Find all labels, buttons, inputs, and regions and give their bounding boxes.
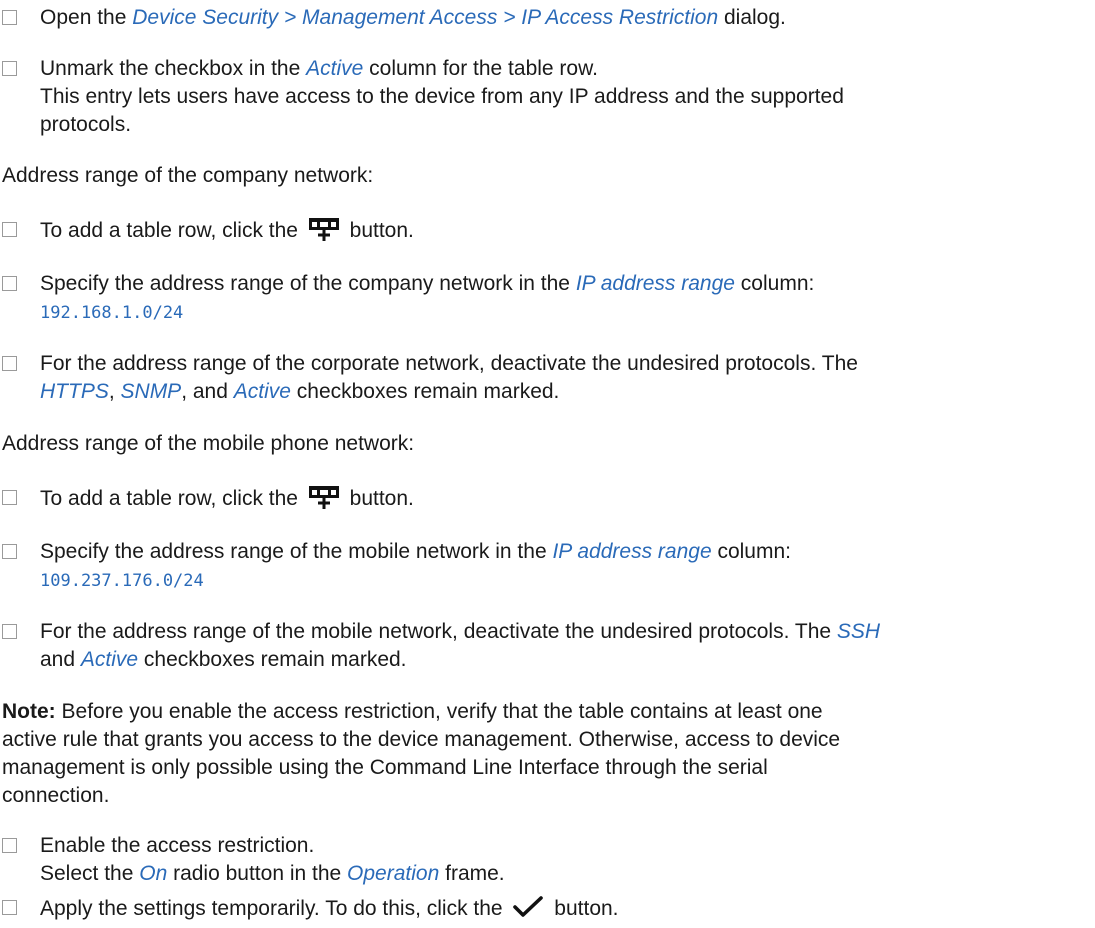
step-text: Specify the address range of the company… bbox=[40, 272, 576, 295]
checkmark-icon[interactable] bbox=[512, 894, 544, 928]
ip-range-value: 109.237.176.0/24 bbox=[40, 571, 204, 591]
dialog-path: Device Security > Management Access > IP… bbox=[132, 6, 719, 29]
step-text: dialog. bbox=[718, 6, 786, 29]
step-checkbox[interactable] bbox=[2, 10, 17, 25]
step-checkbox[interactable] bbox=[2, 490, 17, 505]
radio-name-on: On bbox=[139, 862, 168, 885]
ip-range-value: 192.168.1.0/24 bbox=[40, 303, 184, 323]
step-text: Unmark the checkbox in the bbox=[40, 57, 307, 80]
checkbox-name-snmp: SNMP bbox=[120, 380, 182, 403]
note-paragraph: Note: Before you enable the access restr… bbox=[0, 698, 1095, 810]
step-deactivate-mobile-protocols: For the address range of the mobile netw… bbox=[0, 618, 1095, 674]
step-checkbox[interactable] bbox=[2, 222, 17, 237]
step-text: Specify the address range of the mobile … bbox=[40, 540, 553, 563]
step-text: Apply the settings temporarily. To do th… bbox=[40, 897, 509, 920]
company-network-heading: Address range of the company network: bbox=[2, 164, 374, 187]
checkbox-name-https: HTTPS bbox=[40, 380, 109, 403]
step-text: button. bbox=[343, 487, 414, 510]
step-checkbox[interactable] bbox=[2, 356, 17, 371]
step-checkbox[interactable] bbox=[2, 61, 17, 76]
step-text: To add a table row, click the bbox=[40, 487, 304, 510]
step-text: For the address range of the mobile netw… bbox=[40, 620, 837, 643]
step-enable-restriction: Enable the access restriction. Select th… bbox=[0, 832, 1095, 888]
step-text: To add a table row, click the bbox=[40, 219, 304, 242]
step-text: button. bbox=[548, 897, 619, 920]
step-text: For the address range of the corporate n… bbox=[40, 352, 858, 375]
step-checkbox[interactable] bbox=[2, 624, 17, 639]
note-text: Before you enable the access restriction… bbox=[55, 700, 823, 723]
step-text: checkboxes remain marked. bbox=[290, 380, 560, 403]
step-text: Enable the access restriction. bbox=[40, 834, 315, 857]
step-add-row-company: To add a table row, click the button. bbox=[0, 216, 1095, 250]
frame-name-operation: Operation bbox=[347, 862, 440, 885]
note-text: active rule that grants you access to th… bbox=[2, 728, 841, 751]
column-name-active: Active bbox=[306, 57, 364, 80]
column-name-ip-range: IP address range bbox=[575, 272, 735, 295]
step-unmark-active: Unmark the checkbox in the Active column… bbox=[0, 55, 1095, 139]
step-text: Open the bbox=[40, 6, 133, 29]
note-label: Note: bbox=[2, 700, 56, 723]
instruction-document: Open the Device Security > Management Ac… bbox=[0, 0, 1095, 928]
step-text: and bbox=[40, 648, 81, 671]
step-checkbox[interactable] bbox=[2, 838, 17, 853]
step-text: column: bbox=[734, 272, 815, 295]
step-open-dialog: Open the Device Security > Management Ac… bbox=[0, 4, 1095, 32]
separator: , bbox=[108, 380, 121, 403]
step-checkbox[interactable] bbox=[2, 276, 17, 291]
checkbox-name-ssh: SSH bbox=[836, 620, 881, 643]
step-specify-company-range: Specify the address range of the company… bbox=[0, 270, 1095, 327]
step-text: checkboxes remain marked. bbox=[138, 648, 407, 671]
add-table-row-icon[interactable] bbox=[308, 484, 340, 518]
step-text: button. bbox=[343, 219, 414, 242]
step-checkbox[interactable] bbox=[2, 544, 17, 559]
step-text: Select the bbox=[40, 862, 140, 885]
note-text: management is only possible using the Co… bbox=[2, 756, 768, 779]
checkbox-name-active: Active bbox=[80, 648, 139, 671]
step-text: This entry lets users have access to the… bbox=[40, 85, 844, 108]
separator: , and bbox=[181, 380, 234, 403]
step-text: frame. bbox=[439, 862, 505, 885]
step-text: column for the table row. bbox=[363, 57, 598, 80]
step-apply-settings: Apply the settings temporarily. To do th… bbox=[0, 894, 1095, 928]
step-text: radio button in the bbox=[167, 862, 348, 885]
step-specify-mobile-range: Specify the address range of the mobile … bbox=[0, 538, 1095, 595]
add-table-row-icon[interactable] bbox=[308, 216, 340, 250]
step-add-row-mobile: To add a table row, click the button. bbox=[0, 484, 1095, 518]
step-checkbox[interactable] bbox=[2, 900, 17, 915]
step-text: protocols. bbox=[40, 113, 132, 136]
checkbox-name-active: Active bbox=[233, 380, 291, 403]
step-deactivate-company-protocols: For the address range of the corporate n… bbox=[0, 350, 1095, 406]
step-text: column: bbox=[711, 540, 791, 563]
column-name-ip-range: IP address range bbox=[552, 540, 712, 563]
mobile-network-heading: Address range of the mobile phone networ… bbox=[2, 432, 415, 455]
note-text: connection. bbox=[2, 784, 110, 807]
